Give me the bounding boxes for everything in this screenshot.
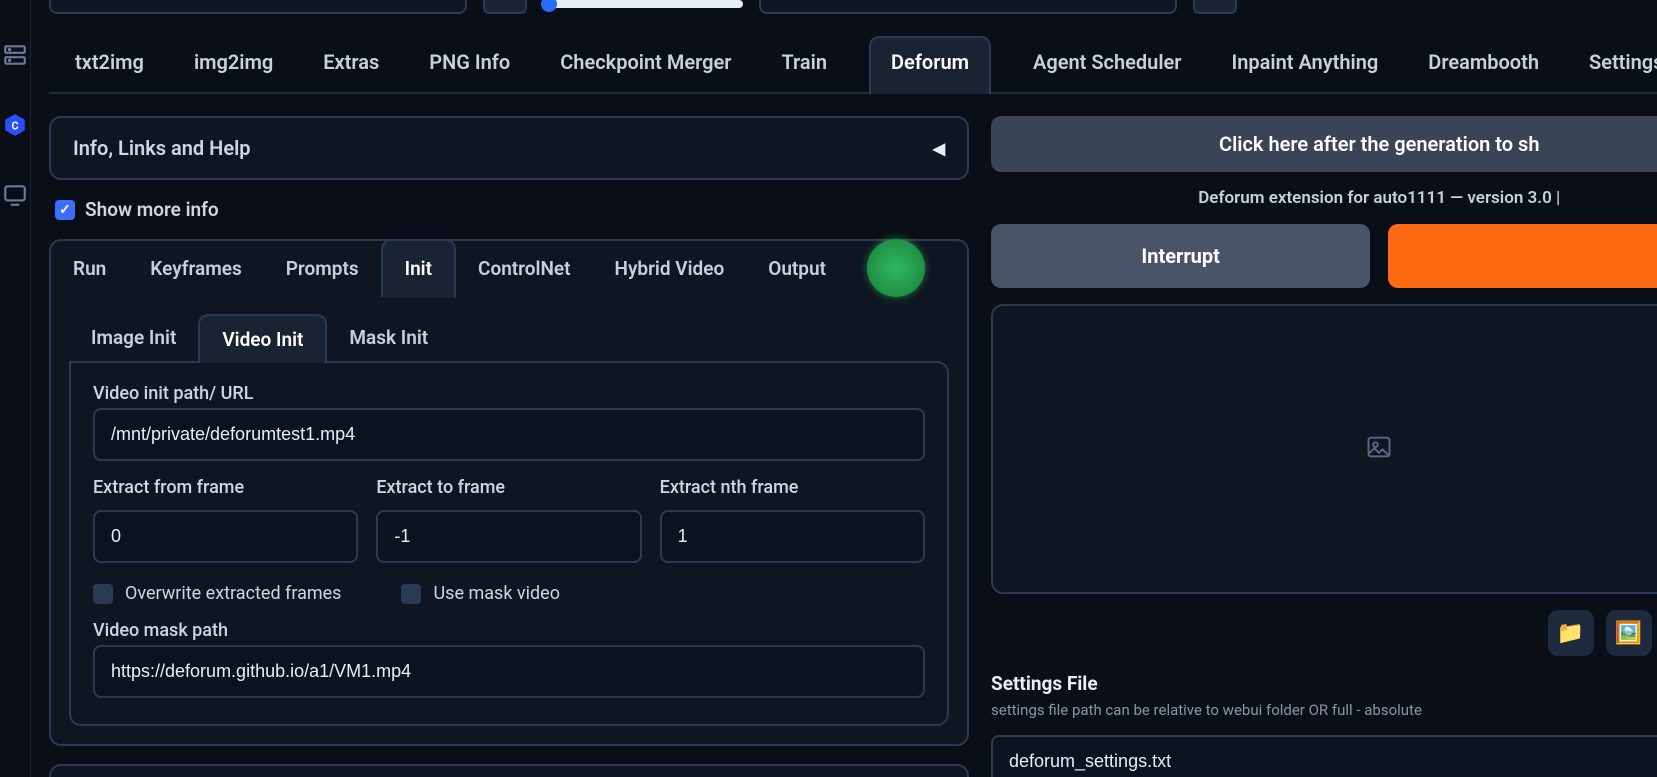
show-more-info-checkbox[interactable]: ✓ xyxy=(55,200,75,220)
init-subtab-mask[interactable]: Mask Init xyxy=(327,314,450,363)
settings-file-input[interactable] xyxy=(991,735,1657,777)
show-more-info-label: Show more info xyxy=(85,198,219,221)
top-tabs: txt2img img2img Extras PNG Info Checkpoi… xyxy=(49,18,1657,94)
tab-checkpoint-merger[interactable]: Checkpoint Merger xyxy=(552,36,739,92)
tab-inpaint-anything[interactable]: Inpaint Anything xyxy=(1223,36,1386,92)
show-output-button[interactable]: Click here after the generation to sh xyxy=(991,116,1657,172)
header-chip-2[interactable] xyxy=(1193,0,1237,14)
highlight-marker-icon xyxy=(867,239,925,297)
info-links-help-title: Info, Links and Help xyxy=(73,136,251,160)
output-actions-row: 📁 🖼️ 🎨 ↖ xyxy=(991,610,1657,656)
hex-c-icon[interactable]: C xyxy=(0,110,30,140)
settings-file-hint: settings file path can be relative to we… xyxy=(991,701,1657,719)
tab-extras[interactable]: Extras xyxy=(315,36,387,92)
save-image-button[interactable]: 🖼️ xyxy=(1606,610,1652,656)
show-more-info-row[interactable]: ✓ Show more info xyxy=(49,198,969,221)
image-placeholder-icon xyxy=(1365,433,1393,466)
video-init-body: Video init path/ URL Extract from frame … xyxy=(69,361,949,726)
server-icon[interactable] xyxy=(0,40,30,70)
use-mask-video-label: Use mask video xyxy=(433,583,559,604)
extract-from-label: Extract from frame xyxy=(93,477,358,498)
video-mask-path-input[interactable] xyxy=(93,645,925,698)
subtab-prompts[interactable]: Prompts xyxy=(264,241,381,296)
use-mask-video-checkbox[interactable] xyxy=(401,584,421,604)
tab-train[interactable]: Train xyxy=(773,36,835,92)
tab-pnginfo[interactable]: PNG Info xyxy=(421,36,518,92)
open-folder-button[interactable]: 📁 xyxy=(1548,610,1594,656)
tab-dreambooth[interactable]: Dreambooth xyxy=(1420,36,1547,92)
extract-to-label: Extract to frame xyxy=(376,477,641,498)
deforum-version-label: Deforum extension for auto1111 — version… xyxy=(991,188,1657,208)
header-box-2[interactable] xyxy=(759,0,1177,14)
extract-from-input[interactable] xyxy=(93,510,358,563)
parseq-accordion[interactable]: Parseq ◀ xyxy=(49,764,969,777)
video-init-path-label: Video init path/ URL xyxy=(93,383,925,404)
deforum-subtabs: Run Keyframes Prompts Init ControlNet Hy… xyxy=(49,239,969,296)
subtab-keyframes[interactable]: Keyframes xyxy=(128,241,263,296)
tab-txt2img[interactable]: txt2img xyxy=(67,36,152,92)
init-subtab-image[interactable]: Image Init xyxy=(69,314,198,363)
generate-button[interactable] xyxy=(1388,224,1657,288)
info-links-help-accordion[interactable]: Info, Links and Help ◀ xyxy=(49,116,969,180)
init-panel: Image Init Video Init Mask Init Video in… xyxy=(49,296,969,746)
subtab-run[interactable]: Run xyxy=(51,241,128,296)
subtab-init[interactable]: Init xyxy=(381,239,456,298)
use-mask-video-row[interactable]: Use mask video xyxy=(401,583,559,604)
collapse-icon: ◀ xyxy=(933,139,945,158)
tab-settings[interactable]: Settings xyxy=(1581,36,1657,92)
header-chip-1[interactable] xyxy=(483,0,527,14)
tab-agent-scheduler[interactable]: Agent Scheduler xyxy=(1025,36,1190,92)
overwrite-extracted-label: Overwrite extracted frames xyxy=(125,583,341,604)
video-mask-path-label: Video mask path xyxy=(93,620,925,641)
extract-to-input[interactable] xyxy=(376,510,641,563)
settings-file-title: Settings File xyxy=(991,672,1657,695)
header-slider[interactable] xyxy=(543,0,743,8)
init-subtabs: Image Init Video Init Mask Init xyxy=(69,314,949,363)
extract-nth-label: Extract nth frame xyxy=(660,477,925,498)
extract-nth-input[interactable] xyxy=(660,510,925,563)
tab-img2img[interactable]: img2img xyxy=(186,36,281,92)
init-subtab-video[interactable]: Video Init xyxy=(198,314,327,363)
subtab-controlnet[interactable]: ControlNet xyxy=(456,241,592,296)
header-row xyxy=(49,0,1657,18)
overwrite-extracted-checkbox[interactable] xyxy=(93,584,113,604)
subtab-output[interactable]: Output xyxy=(746,241,848,296)
header-dropdown[interactable] xyxy=(49,0,467,14)
video-init-path-input[interactable] xyxy=(93,408,925,461)
monitor-icon[interactable] xyxy=(0,180,30,210)
interrupt-button[interactable]: Interrupt xyxy=(991,224,1370,288)
output-preview xyxy=(991,304,1657,594)
tab-deforum[interactable]: Deforum xyxy=(869,36,991,94)
left-rail: C xyxy=(0,0,31,777)
overwrite-extracted-row[interactable]: Overwrite extracted frames xyxy=(93,583,341,604)
svg-text:C: C xyxy=(11,119,18,132)
subtab-hybrid-video[interactable]: Hybrid Video xyxy=(593,241,747,296)
